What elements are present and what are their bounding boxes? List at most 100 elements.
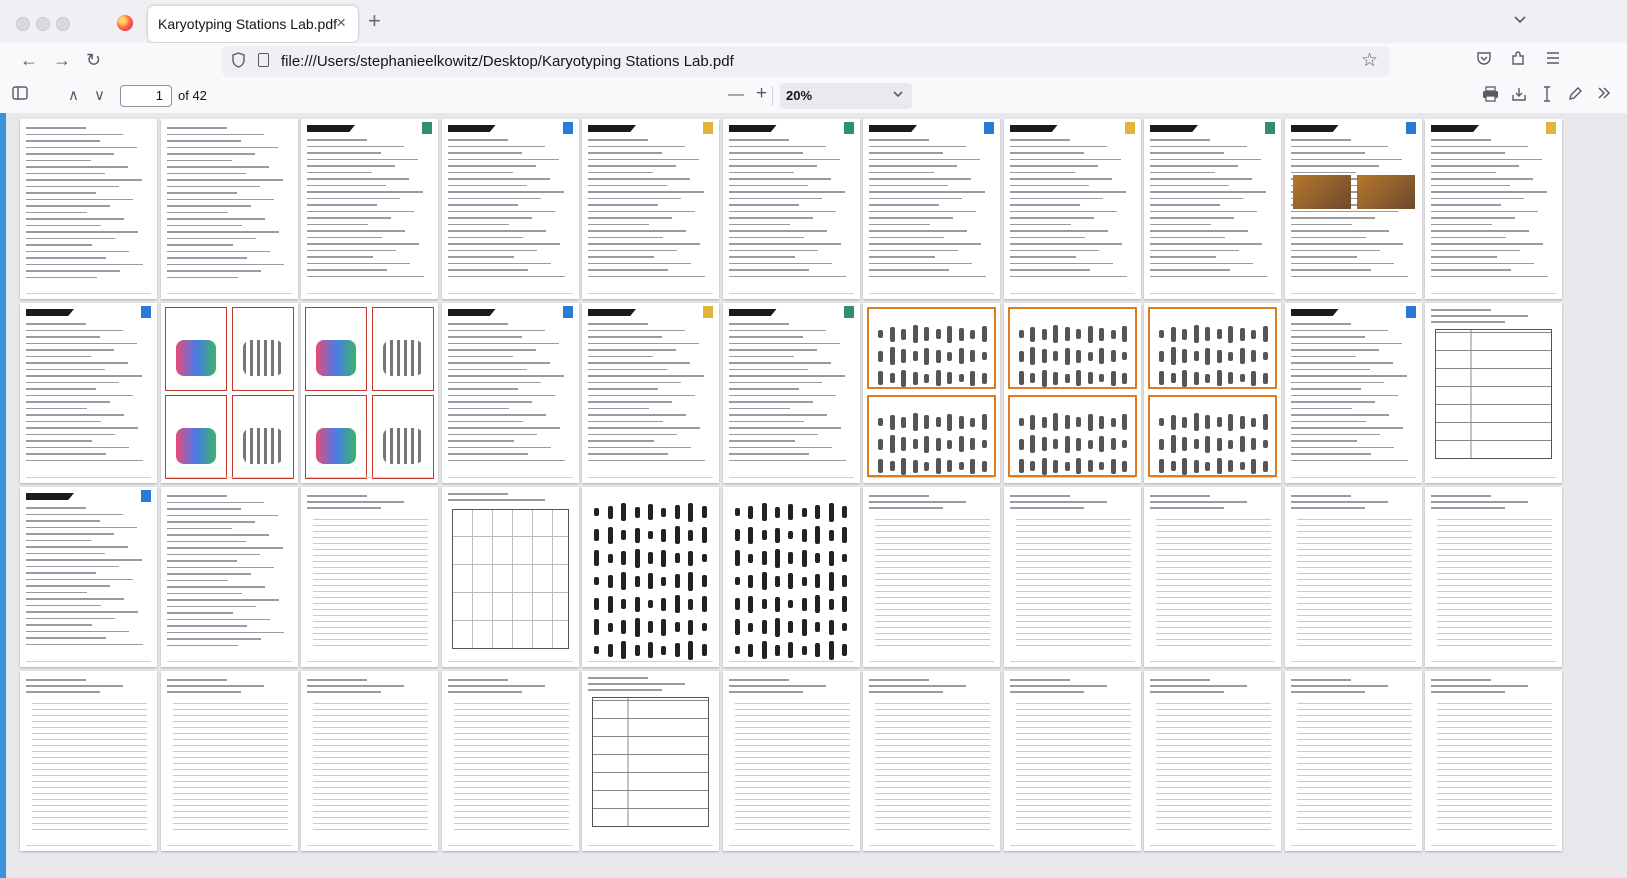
chromosome-illustration [242,428,283,464]
text-line [1150,501,1247,503]
zoom-window-button[interactable] [56,17,70,31]
minimize-window-button[interactable] [36,17,50,31]
text-line [1431,275,1548,277]
page-thumbnail[interactable] [1425,487,1562,667]
page-thumbnail[interactable] [160,671,298,851]
page-thumbnail[interactable] [722,671,860,851]
page-thumbnail[interactable] [1425,119,1562,299]
answer-line [875,537,990,538]
save-icon[interactable] [1511,86,1527,107]
page-thumbnail[interactable] [160,303,298,483]
page-thumbnail[interactable] [1144,671,1281,851]
text-line [588,459,705,461]
page-thumbnail[interactable] [301,119,438,299]
tab-list-chevron-icon[interactable] [1513,12,1527,28]
page-thumbnail[interactable] [1284,671,1422,851]
firefox-icon[interactable] [117,15,133,31]
text-line [166,185,260,187]
page-thumbnail[interactable] [441,303,579,483]
page-thumbnail[interactable] [1284,303,1422,483]
page-thumbnail[interactable] [582,119,719,299]
text-line [26,198,133,200]
page-thumbnail[interactable] [722,487,860,667]
page-thumbnail[interactable] [160,487,298,667]
page-footer [1009,845,1135,846]
text-cursor-icon[interactable] [1542,86,1552,107]
text-line [26,368,105,370]
extensions-icon[interactable] [1510,51,1526,72]
page-thumbnail[interactable] [1284,487,1422,667]
more-tools-icon[interactable] [1597,86,1611,105]
page-thumbnail[interactable] [863,303,1000,483]
close-tab-icon[interactable]: × [336,13,346,33]
url-text[interactable]: file:///Users/stephanieelkowitz/Desktop/… [281,53,734,70]
zoom-out-button[interactable]: — [728,86,744,104]
text-line [307,184,386,186]
text-line [588,256,654,258]
next-page-button[interactable]: ∨ [94,86,105,104]
pocket-icon[interactable] [1476,51,1492,71]
page-thumbnail[interactable] [1003,487,1141,667]
page-thumbnail[interactable] [301,303,438,483]
page-number-input[interactable]: 1 [120,85,172,107]
page-thumbnail[interactable] [1003,671,1141,851]
page-thumbnail[interactable] [722,303,860,483]
answer-line [1437,543,1552,544]
text-line [1150,204,1220,206]
text-line [166,133,264,135]
page-thumbnail[interactable] [722,119,860,299]
previous-page-button[interactable]: ∧ [68,86,79,104]
page-thumbnail[interactable] [1003,119,1141,299]
close-window-button[interactable] [16,17,30,31]
answer-line [1437,555,1552,556]
print-icon[interactable] [1482,86,1499,107]
forward-button[interactable]: → [53,50,71,71]
reload-button[interactable]: ↻ [86,50,101,71]
url-bar[interactable]: file:///Users/stephanieelkowitz/Desktop/… [222,46,1390,77]
page-thumbnail[interactable] [301,487,438,667]
shield-icon[interactable] [232,52,245,68]
bookmark-star-icon[interactable]: ☆ [1361,49,1378,72]
draw-icon[interactable] [1567,86,1583,107]
new-tab-button[interactable]: + [368,8,381,34]
page-thumbnail[interactable] [582,671,719,851]
page-thumbnail[interactable] [1144,303,1281,483]
text-line [1009,210,1117,212]
page-thumbnail[interactable] [160,119,298,299]
page-thumbnail[interactable] [863,671,1000,851]
page-thumbnail[interactable] [20,119,157,299]
page-thumbnail[interactable] [582,487,719,667]
answer-line [1015,579,1131,580]
text-line [1009,139,1070,141]
sidebar-toggle-icon[interactable] [12,86,28,105]
text-line [166,127,227,129]
text-line [26,572,96,574]
page-thumbnail[interactable] [1425,671,1562,851]
page-thumbnail[interactable] [863,487,1000,667]
page-thumbnail[interactable] [20,303,157,483]
page-thumbnail[interactable] [1284,119,1422,299]
answer-line [1437,537,1552,538]
text-line [728,349,817,351]
page-thumbnail[interactable] [441,119,579,299]
page-thumbnail[interactable] [301,671,438,851]
pdf-viewer[interactable] [6,113,1627,878]
page-thumbnail[interactable] [863,119,1000,299]
answer-line [313,793,428,794]
page-thumbnail[interactable] [1003,303,1141,483]
page-thumbnail[interactable] [1144,487,1281,667]
active-tab[interactable]: Karyotyping Stations Lab.pdf × [148,6,358,42]
page-thumbnail[interactable] [1425,303,1562,483]
zoom-select[interactable]: 20% [780,83,912,109]
page-thumbnail[interactable] [20,487,157,667]
page-thumbnail[interactable] [441,487,579,667]
page-footer [1290,477,1416,478]
back-button[interactable]: ← [20,50,38,71]
page-thumbnail[interactable] [20,671,157,851]
answer-line [313,775,428,776]
menu-icon[interactable] [1545,51,1561,70]
zoom-in-button[interactable]: + [756,83,767,105]
page-thumbnail[interactable] [441,671,579,851]
page-thumbnail[interactable] [582,303,719,483]
page-thumbnail[interactable] [1144,119,1281,299]
